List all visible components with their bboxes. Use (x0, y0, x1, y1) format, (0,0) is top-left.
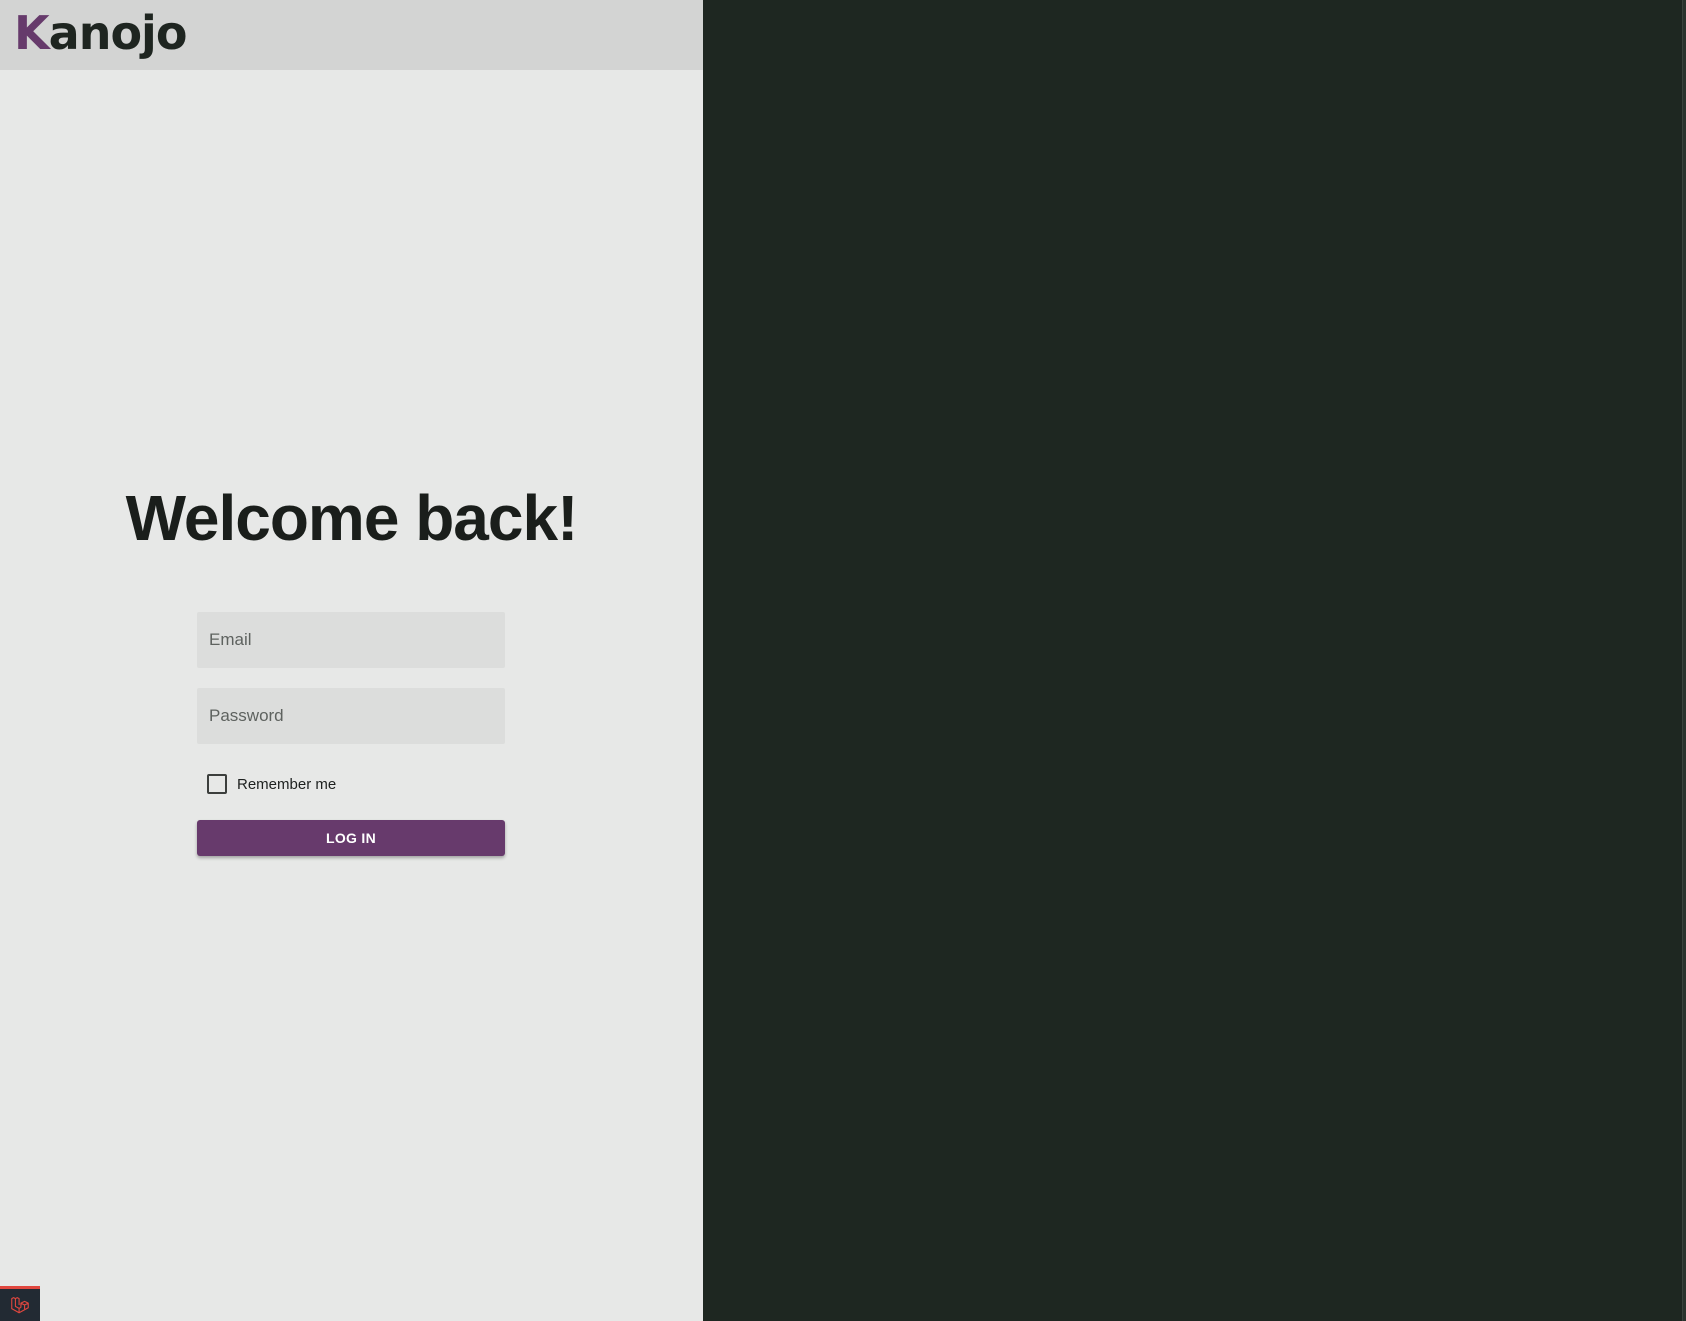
kanojo-logo[interactable]: Kanojo (14, 6, 188, 60)
login-panel: Kanojo Welcome back! Remember me LOG IN (0, 0, 703, 1321)
debugbar-toggle[interactable] (0, 1286, 40, 1321)
remember-me-row[interactable]: Remember me (207, 774, 336, 794)
login-page: Kanojo Welcome back! Remember me LOG IN (0, 0, 1686, 1321)
email-field[interactable] (197, 612, 505, 668)
remember-me-checkbox[interactable] (207, 774, 227, 794)
remember-me-label[interactable]: Remember me (237, 776, 336, 793)
password-field[interactable] (197, 688, 505, 744)
page-title: Welcome back! (125, 482, 579, 554)
top-bar: Kanojo (0, 0, 703, 70)
login-button[interactable]: LOG IN (197, 820, 505, 856)
logo-rest: anojo (48, 6, 188, 60)
scrollbar[interactable] (1682, 0, 1686, 1321)
laravel-icon (11, 1297, 29, 1314)
logo-initial: K (14, 6, 50, 60)
hero-panel (703, 0, 1686, 1321)
